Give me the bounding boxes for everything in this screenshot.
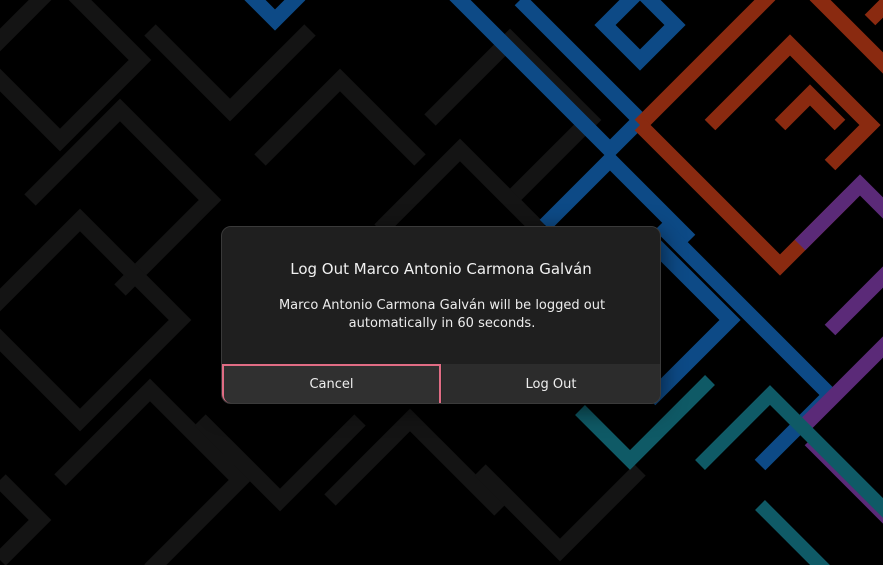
desktop-screen: Log Out Marco Antonio Carmona Galván Mar…	[0, 0, 883, 565]
cancel-button[interactable]: Cancel	[222, 364, 441, 403]
dialog-button-row: Cancel Log Out	[222, 364, 660, 403]
dialog-title: Log Out Marco Antonio Carmona Galván	[290, 260, 592, 278]
logout-dialog: Log Out Marco Antonio Carmona Galván Mar…	[221, 226, 661, 404]
dialog-message-line: automatically in 60 seconds.	[348, 316, 536, 331]
log-out-button[interactable]: Log Out	[441, 364, 660, 403]
dialog-message-line: Marco Antonio Carmona Galván will be log…	[278, 298, 606, 313]
dialog-body: Log Out Marco Antonio Carmona Galván Mar…	[222, 227, 660, 364]
dialog-message: Marco Antonio Carmona Galván will be log…	[242, 297, 642, 333]
